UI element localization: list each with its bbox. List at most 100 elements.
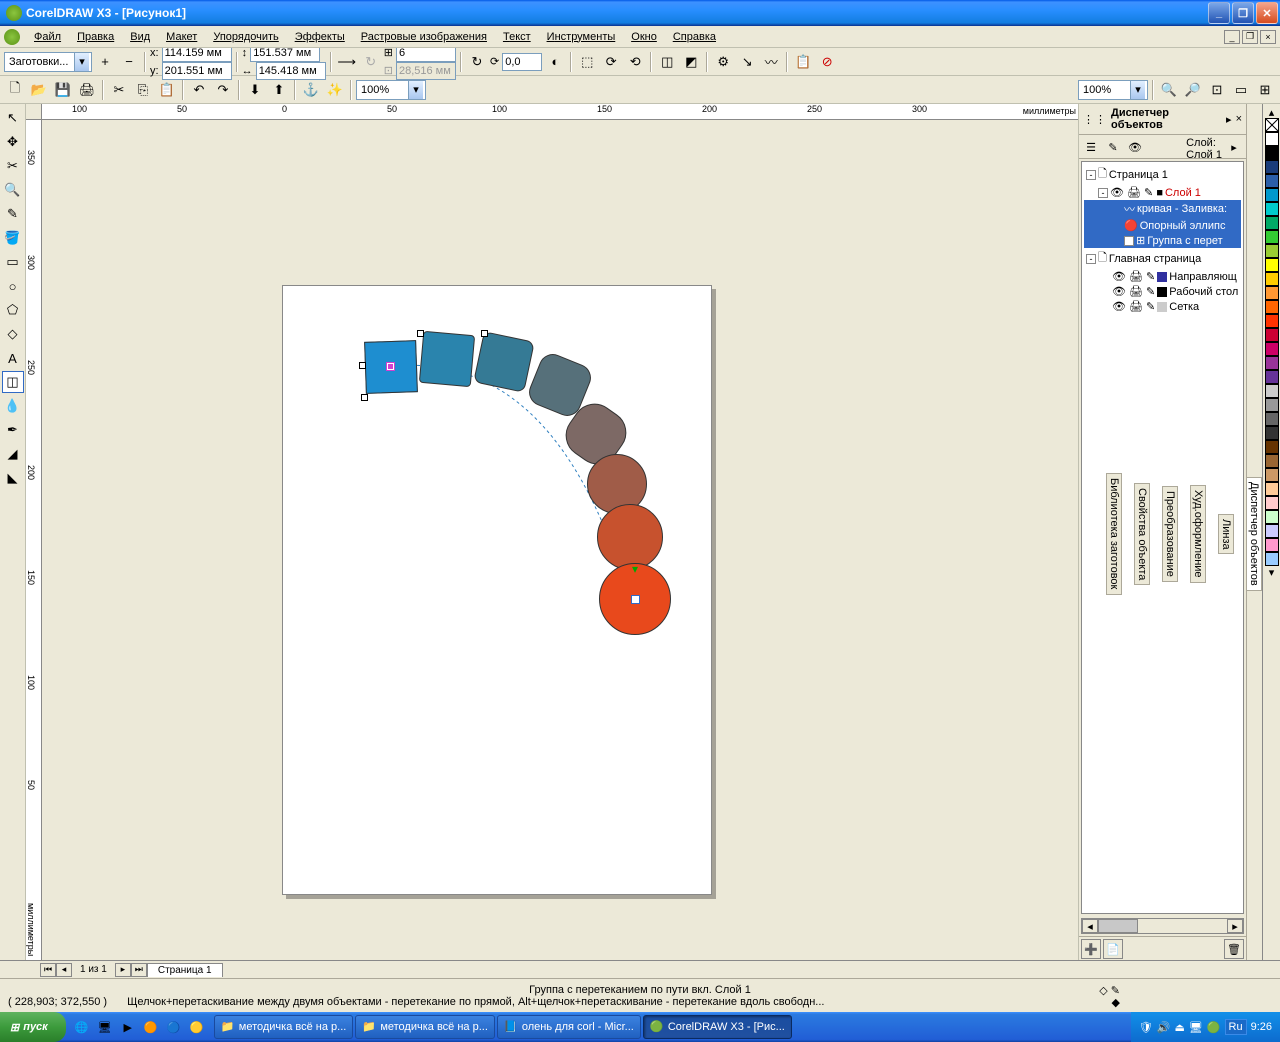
color-swatch[interactable] (1265, 160, 1279, 174)
tray-icon[interactable]: ⏏ (1174, 1021, 1184, 1034)
ellipse-tool[interactable]: ○ (2, 275, 24, 297)
zoom-combo-right[interactable]: 100% ▾ (1078, 80, 1148, 100)
loop-blend-icon[interactable]: ◐ (544, 51, 566, 73)
ruler-origin[interactable] (26, 104, 42, 120)
dock-tab-objprops[interactable]: Свойства объекта (1134, 483, 1150, 585)
loop-icon[interactable]: ↻ (466, 51, 488, 73)
ql-app1-icon[interactable]: 🟠 (141, 1017, 161, 1037)
ql-ie-icon[interactable]: 🌐 (72, 1017, 92, 1037)
color-swatch[interactable] (1265, 524, 1279, 538)
menu-window[interactable]: Окно (623, 29, 665, 45)
dock-tab-scrapbook[interactable]: Библиотека заготовок (1106, 473, 1122, 594)
interactive-fill-tool[interactable]: ◣ (2, 467, 24, 489)
canvas-viewport[interactable]: ▾ (42, 120, 1078, 960)
color-swatch[interactable] (1265, 328, 1279, 342)
color-swatch[interactable] (1265, 496, 1279, 510)
page-tab-1[interactable]: Страница 1 (147, 963, 223, 977)
blend-end-node[interactable] (631, 595, 640, 604)
palette-down-icon[interactable]: ▾ (1265, 566, 1279, 579)
shape-tool[interactable]: ✥ (2, 131, 24, 153)
zoom-tool[interactable]: 🔍 (2, 179, 24, 201)
ql-desktop-icon[interactable]: 🖥 (95, 1017, 115, 1037)
height-input[interactable] (256, 62, 326, 80)
outline-tool[interactable]: ✒ (2, 419, 24, 441)
color-swatch[interactable] (1265, 468, 1279, 482)
color-swatch[interactable] (1265, 552, 1279, 566)
import-button[interactable]: ⬇ (244, 79, 266, 101)
menu-text[interactable]: Текст (495, 29, 539, 45)
ql-app3-icon[interactable]: 🟡 (187, 1017, 207, 1037)
edit-layers-icon[interactable]: ✎ (1103, 137, 1123, 157)
fill-indicator-icon[interactable]: ◆ (1112, 996, 1120, 1009)
zoom-fit-icon[interactable]: ⊡ (1206, 79, 1228, 101)
selection-handle[interactable] (481, 330, 488, 337)
menu-file[interactable]: Файл (26, 29, 69, 45)
color-swatch[interactable] (1265, 300, 1279, 314)
page-first-icon[interactable]: ⏮ (40, 963, 56, 977)
ql-app2-icon[interactable]: 🔵 (164, 1017, 184, 1037)
blend-start-node[interactable] (386, 362, 395, 371)
basic-shapes-tool[interactable]: ◇ (2, 323, 24, 345)
tray-lang[interactable]: Ru (1225, 1019, 1247, 1035)
copy-button[interactable]: ⎘ (132, 79, 154, 101)
color-swatch[interactable] (1265, 538, 1279, 552)
rotation-input[interactable] (502, 53, 542, 71)
menu-effects[interactable]: Эффекты (287, 29, 353, 45)
selection-handle[interactable] (417, 330, 424, 337)
crop-tool[interactable]: ✂ (2, 155, 24, 177)
mdi-close[interactable]: × (1260, 30, 1276, 44)
color-swatch[interactable] (1265, 132, 1279, 146)
mdi-minimize[interactable]: _ (1224, 30, 1240, 44)
color-swatch[interactable] (1265, 286, 1279, 300)
start-end-icon[interactable]: ↘ (736, 51, 758, 73)
direct-blend-icon[interactable]: ⬚ (576, 51, 598, 73)
docker-hscroll[interactable]: ◂▸ (1081, 918, 1244, 934)
freehand-tool[interactable]: ✎ (2, 203, 24, 225)
maximize-button[interactable]: ❐ (1232, 2, 1254, 24)
color-swatch[interactable] (1265, 398, 1279, 412)
color-swatch[interactable] (1265, 510, 1279, 524)
color-swatch[interactable] (1265, 174, 1279, 188)
tray-icon[interactable]: 🟢 (1207, 1021, 1221, 1034)
ql-media-icon[interactable]: ▶ (118, 1017, 138, 1037)
zoom-in-icon[interactable]: 🔍 (1158, 79, 1180, 101)
presets-combo[interactable]: Заготовки... ▾ (4, 52, 92, 72)
new-layer-icon[interactable]: ➕ (1081, 939, 1101, 959)
start-button[interactable]: ⊞пуск (0, 1012, 66, 1042)
taskbar-item[interactable]: 📁методичка всё на р... (355, 1015, 495, 1039)
dock-tab-objmgr[interactable]: Диспетчер объектов (1246, 477, 1262, 591)
tray-icon[interactable]: 🖥 (1189, 1021, 1203, 1034)
new-master-icon[interactable]: 📄 (1103, 939, 1123, 959)
docker-close-icon[interactable]: × (1236, 113, 1242, 125)
color-swatch[interactable] (1265, 454, 1279, 468)
color-swatch[interactable] (1265, 370, 1279, 384)
paste-button[interactable]: 📋 (156, 79, 178, 101)
pick-tool[interactable]: ↖ (2, 107, 24, 129)
color-swatch[interactable] (1265, 314, 1279, 328)
color-swatch[interactable] (1265, 356, 1279, 370)
polygon-tool[interactable]: ⬠ (2, 299, 24, 321)
save-button[interactable]: 💾 (52, 79, 74, 101)
layer-manager-icon[interactable]: 👁 (1125, 137, 1145, 157)
smart-fill-tool[interactable]: 🪣 (2, 227, 24, 249)
preset-remove-button[interactable]: − (118, 51, 140, 73)
app-menu-icon[interactable] (4, 29, 20, 45)
mdi-restore[interactable]: ❐ (1242, 30, 1258, 44)
show-props-icon[interactable]: ☰ (1081, 137, 1101, 157)
new-button[interactable]: 🗋 (4, 79, 26, 101)
tree-item-group[interactable]: + ⊞ Группа с перет (1084, 233, 1241, 248)
cw-blend-icon[interactable]: ⟳ (600, 51, 622, 73)
color-swatch[interactable] (1265, 272, 1279, 286)
color-swatch[interactable] (1265, 384, 1279, 398)
taskbar-item[interactable]: 📘олень для corl - Micr... (497, 1015, 641, 1039)
blend-cw-icon[interactable]: ↻ (360, 51, 382, 73)
tray-icon[interactable]: 🔊 (1157, 1021, 1171, 1034)
zoom-all-icon[interactable]: ⊞ (1254, 79, 1276, 101)
selection-handle[interactable] (361, 394, 368, 401)
dock-tab-artistic[interactable]: Худ.оформление (1190, 485, 1206, 583)
path-properties-icon[interactable]: 〰 (760, 51, 782, 73)
zoom-out-icon[interactable]: 🔎 (1182, 79, 1204, 101)
print-button[interactable]: 🖨 (76, 79, 98, 101)
fill-tool[interactable]: ◢ (2, 443, 24, 465)
color-swatch[interactable] (1265, 202, 1279, 216)
